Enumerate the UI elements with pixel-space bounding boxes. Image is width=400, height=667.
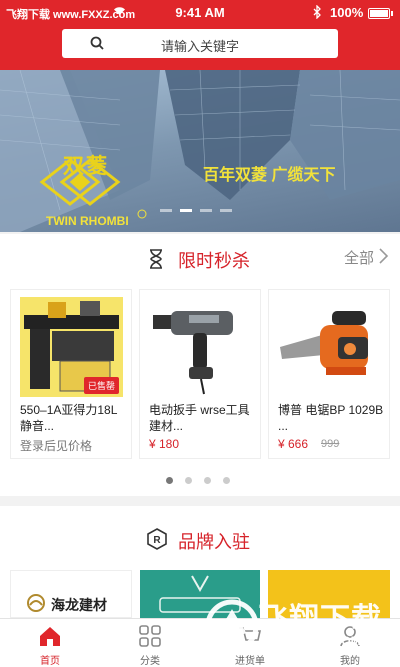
- banner-dot[interactable]: [200, 209, 212, 212]
- watermark-logo-icon: [205, 599, 259, 653]
- svg-text:R: R: [153, 535, 161, 546]
- product-pager[interactable]: [166, 477, 230, 484]
- flash-sale-header: 限时秒杀 全部: [0, 234, 400, 282]
- product-name: 博普 电锯BP 1029B ...: [278, 403, 384, 433]
- app-root: 飞翔下载 www.FXXZ.com 9:41 AM 100% 请输入关键字 双菱…: [0, 0, 400, 667]
- home-icon: [40, 627, 60, 646]
- sold-out-badge: 已售罄: [84, 377, 120, 394]
- product-name: 550–1A亚得力18L静音...: [20, 403, 118, 433]
- hailong-logo-icon: [27, 594, 45, 612]
- banner-buildings: [0, 70, 400, 232]
- product-carousel[interactable]: 已售罄 550–1A亚得力18L静音... 登录后见价格 电动扳手 wrse工具…: [10, 289, 390, 459]
- brand-name: 海龙建材: [51, 597, 107, 613]
- banner-slogan: 百年双菱 广缆天下: [203, 167, 336, 184]
- watermark-text: 飞翔下载: [258, 603, 382, 636]
- product-card[interactable]: 电动扳手 wrse工具建材... ¥ 180: [139, 289, 261, 459]
- tab-label: 分类: [140, 656, 160, 667]
- product-card[interactable]: 博普 电锯BP 1029B ... ¥ 666 999: [268, 289, 390, 459]
- pager-dot[interactable]: [223, 477, 230, 484]
- banner-dot-active[interactable]: [180, 209, 192, 212]
- banner-dot[interactable]: [160, 209, 172, 212]
- battery-percent: 100%: [330, 5, 364, 20]
- view-all-link[interactable]: 全部: [344, 247, 374, 268]
- pager-dot[interactable]: [204, 477, 211, 484]
- product-price: ¥ 180: [149, 437, 180, 451]
- product-original-price: 999: [321, 438, 340, 450]
- product-name: 电动扳手 wrse工具建材...: [149, 403, 250, 433]
- watermark-overlay: 飞翔下载 WWW.FXXZ.COM: [200, 586, 400, 667]
- product-price: ¥ 666: [278, 437, 309, 451]
- promo-banner[interactable]: 双菱 TWIN RHOMBI 百年双菱 广缆天下: [0, 70, 400, 232]
- flash-sale-section: 限时秒杀 全部 已售罄 550–1A亚得力18L静音... 登录后见价格 电动扳…: [0, 234, 400, 496]
- battery-icon: [368, 8, 390, 19]
- banner-dot[interactable]: [220, 209, 232, 212]
- banner-brand-en: TWIN RHOMBI: [46, 214, 129, 228]
- grid-icon: [139, 625, 161, 647]
- pager-dot-active[interactable]: [166, 477, 173, 484]
- watermark-url: WWW.FXXZ.COM: [262, 634, 361, 648]
- registered-icon: R: [147, 528, 167, 550]
- tab-label: 首页: [40, 656, 60, 667]
- banner-pager[interactable]: [160, 209, 232, 212]
- product-price: 登录后见价格: [20, 439, 93, 453]
- product-image: [149, 297, 252, 397]
- brand-tile[interactable]: 海龙建材: [10, 570, 132, 618]
- battery-tip: [391, 11, 393, 16]
- pager-dot[interactable]: [185, 477, 192, 484]
- tab-category[interactable]: 分类: [100, 619, 200, 667]
- header: 飞翔下载 www.FXXZ.com 9:41 AM 100% 请输入关键字: [0, 0, 400, 70]
- product-image: [278, 297, 381, 397]
- flash-sale-title: 限时秒杀: [178, 251, 250, 271]
- brands-title: 品牌入驻: [178, 532, 250, 552]
- search-placeholder: 请输入关键字: [160, 39, 239, 54]
- hourglass-icon: [150, 249, 162, 269]
- chevron-right-icon[interactable]: [377, 247, 389, 265]
- product-card[interactable]: 已售罄 550–1A亚得力18L静音... 登录后见价格: [10, 289, 132, 459]
- banner-brand-cn: 双菱: [63, 155, 109, 178]
- tab-home[interactable]: 首页: [0, 619, 100, 667]
- search-input[interactable]: 请输入关键字: [62, 29, 338, 58]
- bluetooth-icon: [313, 4, 321, 22]
- status-bar: 飞翔下载 www.FXXZ.com 9:41 AM 100%: [0, 0, 400, 26]
